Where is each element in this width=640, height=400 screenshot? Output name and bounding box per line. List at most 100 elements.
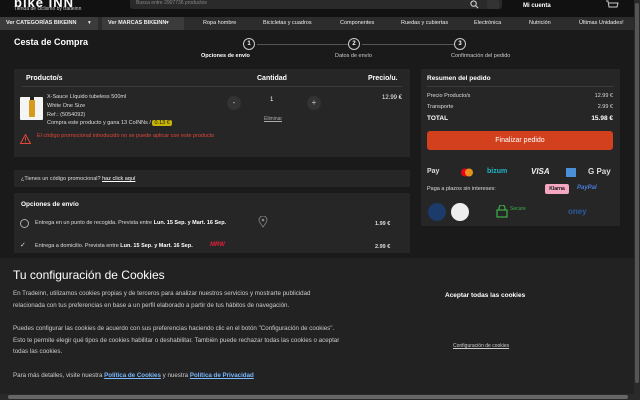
bottle-body (29, 100, 35, 117)
nav-item-ultimas[interactable]: Últimas Unidades! (579, 20, 624, 26)
oney-logo: oney (568, 207, 587, 216)
camera-search-icon[interactable] (487, 0, 499, 9)
nav-item-ruedas[interactable]: Ruedas y cubiertas (401, 20, 448, 26)
checkout-button[interactable]: Finalizar pedido (427, 131, 613, 150)
item-price: 12.99 € (382, 95, 403, 101)
product-image[interactable] (20, 97, 43, 120)
cookie-and-text: y nuestra (162, 372, 189, 379)
lock-icon (496, 205, 508, 218)
map-pin-icon (258, 216, 268, 228)
warning-icon (20, 134, 31, 144)
cookie-paragraph-1: En Tradeinn, utilizamos cookies propias … (13, 290, 311, 309)
secure-label: Secure (510, 206, 526, 212)
home-dates: Lun. 15 Sep. y Mart. 16 Sep. (120, 243, 193, 249)
cookie-policy-link[interactable]: Política de Cookies (104, 372, 161, 379)
chevron-down-icon: ▾ (166, 20, 169, 26)
remove-item-link[interactable]: Eliminar (264, 116, 282, 122)
promo-click-link[interactable]: haz click aquí (102, 176, 135, 182)
step-3-label: Confirmación del pedido (451, 53, 511, 59)
logo-subtitle: Tienda de ciclismo by tradeinn (14, 6, 82, 12)
nav-item-ropa[interactable]: Ropa hombre (203, 20, 236, 26)
nav-item-componentes[interactable]: Componentes (340, 20, 374, 26)
step-connector (362, 44, 454, 45)
step-2-circle: 2 (348, 38, 360, 50)
cookie-details-text: Para más detalles, visite nuestra (13, 372, 103, 379)
pickup-price: 1.99 € (375, 221, 391, 227)
cart-panel: Producto/s Cantidad Precio/u. X-Sauce Lí… (14, 69, 410, 157)
google-pay-logo: G Pay (588, 167, 611, 176)
mastercard-icon (461, 168, 473, 177)
shipping-label: Transporte (427, 104, 454, 110)
subtotal-value: 12.99 € (594, 93, 613, 99)
nav-categories-label: Ver CATEGORÍAS BIKEINN (6, 20, 77, 26)
step-connector (257, 44, 348, 45)
product-earn: Compra este producto y gana 13 CoINNs / … (47, 120, 172, 126)
step-1-circle: 1 (243, 38, 255, 50)
amex-icon (566, 168, 576, 177)
cart-icon[interactable] (605, 0, 619, 10)
total-label: TOTAL (427, 115, 449, 122)
main-nav: Ver CATEGORÍAS BIKEINN ▾ Ver MARCAS BIKE… (0, 17, 634, 30)
account-link[interactable]: Mi cuenta (523, 3, 551, 9)
earn-text: Compra este producto y gana 13 CoINNs / (47, 120, 151, 126)
bizum-logo: bizum (487, 168, 508, 175)
nav-brands-dropdown[interactable]: Ver MARCAS BIKEINN ▾ (102, 17, 184, 30)
qty-increase-button[interactable]: + (307, 96, 321, 110)
pickup-dates: Lun. 15 Sep. y Mart. 16 Sep. (153, 220, 227, 226)
nav-item-nutricion[interactable]: Nutrición (529, 20, 551, 26)
divider (22, 86, 402, 87)
horizontal-scroll-thumb[interactable] (8, 395, 628, 399)
qty-value[interactable]: 1 (270, 97, 273, 103)
klarna-logo: Klarna (545, 184, 569, 194)
nav-categories-dropdown[interactable]: Ver CATEGORÍAS BIKEINN ▾ (0, 17, 98, 30)
check-icon[interactable]: ✓ (20, 241, 26, 249)
trust-seal-icon (451, 203, 469, 221)
cookie-title: Tu configuración de Cookies (13, 268, 165, 282)
qty-decrease-button[interactable]: - (227, 96, 241, 110)
cookie-paragraph-2: Puedes configurar las cookies de acuerdo… (13, 325, 340, 355)
divider (427, 86, 614, 87)
vertical-scroll-thumb[interactable] (635, 3, 639, 383)
privacy-policy-link[interactable]: Política de Privacidad (190, 372, 254, 379)
col-header-price: Precio/u. (368, 75, 398, 82)
step-3-circle: 3 (454, 38, 466, 50)
nav-item-bicicletas[interactable]: Bicicletas y cuadros (263, 20, 312, 26)
search-placeholder: Busca entre 2907736 productos (136, 0, 207, 6)
promo-error-message: El código promocional introducido no se … (37, 133, 215, 139)
col-header-product: Producto/s (26, 75, 63, 82)
promo-row: ¿Tienes un código promocional? haz click… (21, 176, 135, 182)
earn-badge: 0.13 € (152, 120, 172, 126)
pickup-option-text[interactable]: Entrega en un punto de recogida. Previst… (35, 220, 226, 226)
shipping-title: Opciones de envío (21, 201, 79, 208)
cookie-paragraph-3: Para más detalles, visite nuestra Políti… (13, 370, 343, 382)
home-text: Entrega a domicilio. Prevista entre (35, 243, 119, 249)
search-icon[interactable] (470, 0, 479, 9)
col-header-qty: Cantidad (257, 75, 287, 82)
chevron-down-icon: ▾ (88, 20, 91, 26)
cookie-settings-link[interactable]: Configuración de cookies (453, 343, 509, 349)
top-header: bike INN Tienda de ciclismo by tradeinn … (0, 0, 640, 17)
pickup-text: Entrega en un punto de recogida. Previst… (35, 220, 153, 226)
search-input[interactable]: Busca entre 2907736 productos (130, 0, 502, 9)
summary-title: Resumen del pedido (427, 75, 491, 82)
home-delivery-price: 2.99 € (375, 244, 391, 250)
visa-logo: VISA (531, 167, 550, 176)
security-badge-icon (428, 203, 446, 221)
product-ref: Ref.: (5054092) (47, 112, 86, 118)
apple-pay-logo: Pay (427, 168, 440, 175)
page-title: Cesta de Compra (14, 37, 89, 47)
nav-brands-label: Ver MARCAS BIKEINN (108, 20, 167, 26)
step-2-label: Datos de envío (335, 53, 372, 59)
accept-all-cookies-button[interactable]: Aceptar todas las cookies (445, 292, 525, 299)
order-summary: Resumen del pedido Precio Producto/s 12.… (421, 69, 620, 226)
pickup-radio[interactable] (20, 219, 29, 228)
home-delivery-option-text[interactable]: Entrega a domicilio. Prevista entre Lun.… (35, 243, 193, 249)
paypal-logo: PayPal (577, 185, 597, 191)
total-value: 15.98 € (591, 115, 613, 122)
nav-item-electronica[interactable]: Electrónica (474, 20, 501, 26)
promo-question: ¿Tienes un código promocional? (21, 176, 101, 182)
mrw-logo: MRW (210, 242, 225, 248)
installments-label: Paga a plazos sin intereses: (427, 186, 496, 192)
product-name[interactable]: X-Sauce Líquido tubeless 500ml (47, 94, 126, 100)
shipping-value: 2.99 € (597, 104, 613, 110)
